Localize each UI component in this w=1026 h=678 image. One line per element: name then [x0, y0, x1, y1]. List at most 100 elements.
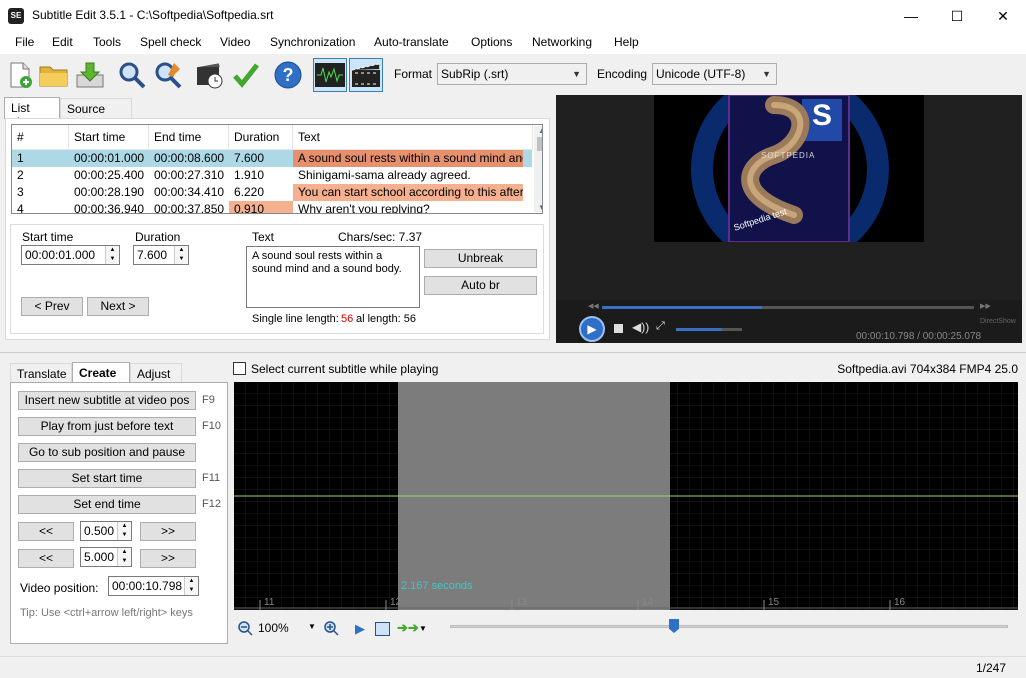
table-row[interactable]: 2 00:00:25.400 00:00:27.310 1.910 Shinig…	[12, 167, 532, 184]
encoding-dropdown[interactable]: Unicode (UTF-8) ▼	[652, 63, 777, 85]
play-selection-icon[interactable]: ▶	[355, 621, 365, 637]
menu-bar: File Edit Tools Spell check Video Synchr…	[0, 32, 1026, 54]
spell-check-icon[interactable]	[230, 59, 262, 91]
seek-large-step[interactable]: 5.000 ▲ ▼	[80, 547, 132, 567]
open-folder-icon[interactable]	[38, 59, 70, 91]
help-icon[interactable]: ?	[272, 59, 304, 91]
cell-end: 00:00:27.310	[154, 168, 225, 182]
waveform-view[interactable]: 2.167 seconds 11 12 13 14 15 16	[234, 382, 1018, 610]
seek-forward-small-button[interactable]: >>	[140, 522, 196, 541]
menu-networking[interactable]: Networking	[532, 35, 592, 49]
stop-icon[interactable]	[614, 324, 623, 333]
volume-icon[interactable]: ◀))	[632, 320, 649, 334]
skip-back-icon[interactable]: ◀◀	[588, 302, 599, 310]
grid-scrollbar[interactable]: ▲ ▼	[534, 126, 542, 212]
cell-start: 00:00:28.190	[74, 185, 145, 199]
menu-spell-check[interactable]: Spell check	[140, 35, 201, 49]
column-header-end[interactable]: End time	[149, 125, 229, 150]
replace-icon[interactable]	[152, 59, 184, 91]
maximize-button[interactable]: ☐	[934, 0, 980, 32]
encoding-label: Encoding	[597, 67, 648, 81]
stepper-icon[interactable]: ▲ ▼	[174, 246, 188, 264]
menu-file[interactable]: File	[15, 35, 34, 49]
waveform-position-slider[interactable]	[450, 625, 1008, 628]
table-row[interactable]: 4 00:00:36.940 00:00:37.850 0.910 Why ar…	[12, 201, 532, 214]
play-button[interactable]: ▶	[579, 316, 605, 342]
select-while-playing-checkbox[interactable]	[233, 362, 246, 375]
close-button[interactable]: ✕	[980, 0, 1026, 32]
video-seek-bar[interactable]	[602, 306, 974, 309]
column-header-start[interactable]: Start time	[69, 125, 149, 150]
subtitle-text-editor[interactable]: A sound soul rests within a sound mind a…	[246, 246, 420, 308]
auto-break-button[interactable]: Auto br	[424, 276, 537, 295]
video-position-field[interactable]: 00:00:10.798 ▲ ▼	[108, 576, 199, 596]
column-header-number[interactable]: #	[12, 125, 69, 150]
insert-subtitle-button[interactable]: Insert new subtitle at video pos	[18, 391, 196, 410]
stepper-icon[interactable]: ▲ ▼	[105, 246, 119, 264]
splitter[interactable]	[0, 352, 1026, 353]
time-tick: 11	[264, 597, 275, 608]
duration-field[interactable]: 7.600 ▲ ▼	[133, 245, 189, 265]
video-toggle-icon[interactable]	[349, 58, 383, 92]
menu-auto-translate[interactable]: Auto-translate	[374, 35, 449, 49]
unbreak-button[interactable]: Unbreak	[424, 249, 537, 268]
save-icon[interactable]	[74, 59, 106, 91]
cell-end: 00:00:34.410	[154, 185, 225, 199]
seek-back-small-button[interactable]: <<	[18, 522, 74, 541]
format-dropdown[interactable]: SubRip (.srt) ▼	[437, 63, 587, 85]
menu-options[interactable]: Options	[471, 35, 512, 49]
prev-button[interactable]: < Prev	[21, 297, 83, 316]
chevron-down-icon[interactable]: ▼	[419, 624, 427, 633]
video-time-readout: 00:00:10.798 / 00:00:25.078	[856, 331, 982, 342]
zoom-out-icon[interactable]	[238, 621, 253, 636]
visual-sync-icon[interactable]	[194, 59, 226, 91]
tab-create[interactable]: Create	[72, 362, 130, 384]
skip-forward-icon[interactable]: ▶▶	[980, 302, 991, 310]
encoding-value: Unicode (UTF-8)	[656, 67, 746, 81]
column-header-text[interactable]: Text	[293, 125, 533, 150]
zoom-in-icon[interactable]	[324, 621, 339, 636]
chevron-down-icon: ▼	[572, 69, 581, 79]
play-before-button[interactable]: Play from just before text	[18, 417, 196, 436]
play-next-icon[interactable]: ➔➔	[397, 620, 419, 636]
table-row[interactable]: 3 00:00:28.190 00:00:34.410 6.220 You ca…	[12, 184, 532, 201]
table-row[interactable]: 1 00:00:01.000 00:00:08.600 7.600 A soun…	[12, 150, 532, 167]
goto-sub-pause-button[interactable]: Go to sub position and pause	[18, 443, 196, 462]
slider-thumb-icon[interactable]	[669, 619, 679, 633]
start-time-field[interactable]: 00:00:01.000 ▲ ▼	[21, 245, 120, 265]
split-view-icon[interactable]	[375, 622, 390, 636]
set-start-time-button[interactable]: Set start time	[18, 469, 196, 488]
volume-slider[interactable]	[676, 328, 742, 331]
find-icon[interactable]	[116, 59, 148, 91]
minimize-button[interactable]: —	[888, 0, 934, 32]
set-end-time-button[interactable]: Set end time	[18, 495, 196, 514]
tab-list-view[interactable]: List view	[4, 97, 60, 129]
tab-translate[interactable]: Translate	[10, 363, 72, 383]
format-value: SubRip (.srt)	[441, 67, 509, 81]
menu-help[interactable]: Help	[614, 35, 639, 49]
waveform-toggle-icon[interactable]	[313, 58, 347, 92]
tab-source-view[interactable]: Source view	[60, 98, 132, 130]
toolbar: ? Format SubRip (.srt) ▼ Encoding Unicod…	[0, 54, 1026, 94]
menu-edit[interactable]: Edit	[52, 35, 73, 49]
menu-synchronization[interactable]: Synchronization	[270, 35, 355, 49]
seek-forward-large-button[interactable]: >>	[140, 549, 196, 568]
stepper-icon[interactable]: ▲ ▼	[184, 577, 198, 595]
zoom-dropdown[interactable]: 100% ▼	[258, 621, 318, 639]
waveform-grid	[234, 382, 1018, 610]
subtitle-grid[interactable]: # Start time End time Duration Text 1 00…	[11, 124, 543, 214]
menu-video[interactable]: Video	[220, 35, 250, 49]
menu-tools[interactable]: Tools	[93, 35, 121, 49]
next-button[interactable]: Next >	[87, 297, 149, 316]
seek-small-step[interactable]: 0.500 ▲ ▼	[80, 521, 132, 541]
stepper-icon[interactable]: ▲ ▼	[117, 522, 131, 540]
cell-duration: 7.600	[234, 151, 265, 165]
fullscreen-icon[interactable]: ⤢	[656, 320, 665, 333]
seek-back-large-button[interactable]: <<	[18, 549, 74, 568]
new-file-icon[interactable]	[4, 59, 36, 91]
stepper-icon[interactable]: ▲ ▼	[117, 548, 131, 566]
video-position-value: 00:00:10.798	[112, 579, 183, 593]
column-header-duration[interactable]: Duration	[229, 125, 293, 150]
cell-start: 00:00:36.940	[74, 202, 145, 214]
tab-adjust[interactable]: Adjust	[130, 363, 182, 383]
